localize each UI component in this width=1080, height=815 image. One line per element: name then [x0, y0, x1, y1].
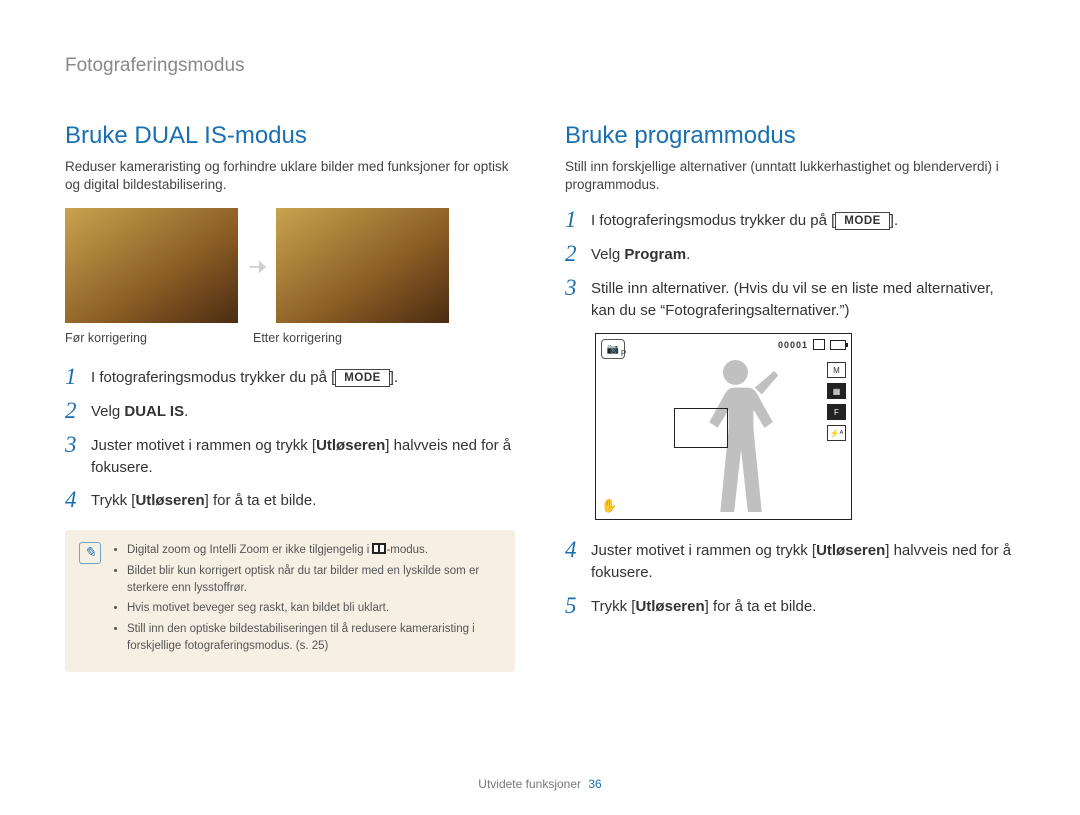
right-steps-bottom: 4 Juster motivet i rammen og trykk [Utlø…: [565, 538, 1015, 617]
stabilizer-icon: ✋: [601, 498, 617, 514]
note-item: Bildet blir kun korrigert optisk når du …: [127, 563, 501, 596]
shot-counter: 00001: [778, 340, 808, 350]
step-text: Trykk [Utløseren] for å ta et bilde.: [91, 488, 515, 512]
step-pre: I fotograferingsmodus trykker du på [: [91, 369, 335, 386]
step-number: 5: [565, 594, 591, 618]
caption-after: Etter korrigering: [253, 331, 426, 345]
step-bold: Program: [624, 246, 686, 263]
footer-label: Utvidete funksjoner: [478, 777, 581, 791]
dual-is-icon: [372, 543, 386, 554]
section-header: Fotograferingsmodus: [65, 55, 1015, 77]
left-step-2: 2 Velg DUAL IS.: [65, 399, 515, 423]
left-step-3: 3 Juster motivet i rammen og trykk [Utlø…: [65, 433, 515, 479]
photo-before: [65, 208, 238, 323]
step-bold: Utløseren: [135, 492, 204, 509]
step-number: 2: [65, 399, 91, 423]
right-column: Bruke programmodus Still inn forskjellig…: [565, 122, 1015, 672]
step-pre: Juster motivet i rammen og trykk [: [591, 542, 816, 559]
step-number: 2: [565, 242, 591, 266]
two-column-layout: Bruke DUAL IS-modus Reduser kameraristin…: [65, 122, 1015, 672]
battery-icon: [830, 340, 846, 350]
step-text: I fotograferingsmodus trykker du på [MOD…: [91, 365, 515, 389]
size-m-icon: M: [827, 362, 846, 378]
step-pre: Juster motivet i rammen og trykk [: [91, 437, 316, 454]
grid-icon: ▦: [827, 383, 846, 399]
note-item: Digital zoom og Intelli Zoom er ikke til…: [127, 542, 501, 559]
step-text: Trykk [Utløseren] for å ta et bilde.: [591, 594, 1015, 618]
step-text: I fotograferingsmodus trykker du på [MOD…: [591, 208, 1015, 232]
step-number: 3: [565, 276, 591, 322]
right-title: Bruke programmodus: [565, 122, 1015, 150]
step-text: Velg DUAL IS.: [91, 399, 515, 423]
focus-frame: [674, 408, 728, 448]
mode-chip: MODE: [335, 369, 390, 387]
page: Fotograferingsmodus Bruke DUAL IS-modus …: [0, 0, 1080, 815]
step-pre: Velg: [91, 403, 124, 420]
left-title: Bruke DUAL IS-modus: [65, 122, 515, 150]
step-pre: I fotograferingsmodus trykker du på [: [591, 212, 835, 229]
step-text: Juster motivet i rammen og trykk [Utløse…: [591, 538, 1015, 584]
right-step-1: 1 I fotograferingsmodus trykker du på [M…: [565, 208, 1015, 232]
page-footer: Utvidete funksjoner 36: [0, 777, 1080, 791]
mode-chip: MODE: [835, 212, 890, 230]
step-bold: DUAL IS: [124, 403, 184, 420]
left-step-4: 4 Trykk [Utløseren] for å ta et bilde.: [65, 488, 515, 512]
flash-auto-icon: ⚡ᴬ: [827, 425, 846, 441]
mode-p-icon: 📷P: [601, 339, 625, 359]
arrow-icon: [246, 255, 268, 277]
right-steps-top: 1 I fotograferingsmodus trykker du på [M…: [565, 208, 1015, 321]
note-box: ✎ Digital zoom og Intelli Zoom er ikke t…: [65, 530, 515, 672]
screen-top-right: 00001: [778, 339, 846, 350]
note-item: Still inn den optiske bildestabilisering…: [127, 621, 501, 654]
step-bold: Utløseren: [635, 598, 704, 615]
right-intro: Still inn forskjellige alternativer (unn…: [565, 158, 1015, 194]
step-post: .: [686, 246, 690, 263]
photo-after: [276, 208, 449, 323]
left-steps: 1 I fotograferingsmodus trykker du på [M…: [65, 365, 515, 512]
step-post: ].: [390, 369, 398, 386]
right-step-2: 2 Velg Program.: [565, 242, 1015, 266]
left-column: Bruke DUAL IS-modus Reduser kameraristin…: [65, 122, 515, 672]
step-text: Stille inn alternativer. (Hvis du vil se…: [591, 276, 1015, 322]
step-bold: Utløseren: [316, 437, 385, 454]
screen-side-icons: M ▦ F ⚡ᴬ: [827, 362, 846, 441]
right-step-3: 3 Stille inn alternativer. (Hvis du vil …: [565, 276, 1015, 322]
left-step-1: 1 I fotograferingsmodus trykker du på [M…: [65, 365, 515, 389]
step-post: ] for å ta et bilde.: [705, 598, 817, 615]
note-list: Digital zoom og Intelli Zoom er ikke til…: [113, 542, 501, 658]
right-step-5: 5 Trykk [Utløseren] for å ta et bilde.: [565, 594, 1015, 618]
step-pre: Trykk [: [591, 598, 635, 615]
step-pre: Velg: [591, 246, 624, 263]
step-number: 4: [565, 538, 591, 584]
right-step-4: 4 Juster motivet i rammen og trykk [Utlø…: [565, 538, 1015, 584]
left-intro: Reduser kameraristing og forhindre uklar…: [65, 158, 515, 194]
step-number: 1: [565, 208, 591, 232]
step-text: Juster motivet i rammen og trykk [Utløse…: [91, 433, 515, 479]
step-pre: Trykk [: [91, 492, 135, 509]
page-number: 36: [588, 777, 601, 791]
note-item: Hvis motivet beveger seg raskt, kan bild…: [127, 600, 501, 617]
camera-screen-illustration: 📷P 00001 M ▦ F ⚡ᴬ ✋: [595, 333, 852, 520]
note-icon: ✎: [79, 542, 101, 564]
before-after-row: [65, 208, 515, 323]
step-text: Velg Program.: [591, 242, 1015, 266]
step-number: 3: [65, 433, 91, 479]
step-post: .: [184, 403, 188, 420]
step-number: 4: [65, 488, 91, 512]
sdcard-icon: [813, 339, 825, 350]
caption-before: Før korrigering: [65, 331, 238, 345]
photo-captions: Før korrigering Etter korrigering: [65, 331, 515, 345]
step-post: ].: [890, 212, 898, 229]
step-bold: Utløseren: [816, 542, 885, 559]
step-number: 1: [65, 365, 91, 389]
f-icon: F: [827, 404, 846, 420]
step-post: ] for å ta et bilde.: [205, 492, 317, 509]
